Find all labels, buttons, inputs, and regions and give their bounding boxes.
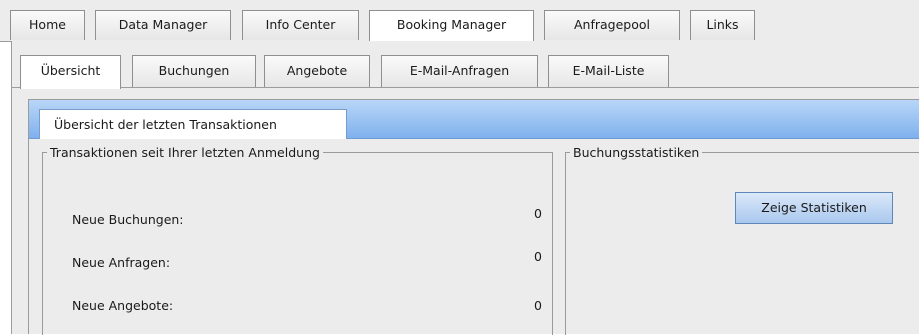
panel-header: Übersicht der letzten Transaktionen [29, 100, 919, 140]
show-statistics-button[interactable]: Zeige Statistiken [735, 192, 893, 224]
transactions-legend: Transaktionen seit Ihrer letzten Anmeldu… [50, 145, 320, 160]
tab-anfragepool[interactable]: Anfragepool [544, 10, 680, 40]
new-bookings-count: 0 [534, 206, 542, 221]
sub-tab-bar: Übersicht Buchungen Angebote E-Mail-Anfr… [12, 41, 919, 89]
list-item: Neue Buchungen: 0 [72, 206, 542, 232]
new-bookings-label: Neue Buchungen: [72, 212, 184, 227]
booking-stats-fieldset: Buchungsstatistiken Zeige Statistiken [565, 145, 919, 335]
tab-data-manager[interactable]: Data Manager [95, 10, 231, 40]
tab-email-anfragen[interactable]: E-Mail-Anfragen [381, 55, 538, 87]
tab-booking-manager[interactable]: Booking Manager [369, 10, 534, 42]
booking-manager-panel: Übersicht Buchungen Angebote E-Mail-Anfr… [11, 41, 919, 335]
new-requests-count: 0 [534, 249, 542, 264]
new-offers-label: Neue Angebote: [72, 298, 174, 313]
panel-content: Transaktionen seit Ihrer letzten Anmeldu… [29, 139, 919, 335]
main-tab-bar: Home Data Manager Info Center Booking Ma… [0, 0, 919, 42]
transactions-overview-panel: Übersicht der letzten Transaktionen Tran… [28, 99, 919, 335]
tab-uebersicht[interactable]: Übersicht [20, 55, 121, 89]
tab-home[interactable]: Home [10, 10, 85, 40]
tab-links[interactable]: Links [690, 10, 755, 40]
new-requests-label: Neue Anfragen: [72, 255, 171, 270]
list-item: Neue Angebote: 0 [72, 298, 542, 318]
tab-angebote[interactable]: Angebote [264, 55, 370, 87]
new-offers-count: 0 [534, 298, 542, 313]
tab-buchungen[interactable]: Buchungen [132, 55, 256, 87]
tab-transactions-overview[interactable]: Übersicht der letzten Transaktionen [39, 109, 347, 140]
transactions-fieldset: Transaktionen seit Ihrer letzten Anmeldu… [42, 145, 553, 335]
tab-email-liste[interactable]: E-Mail-Liste [548, 55, 669, 87]
list-item: Neue Anfragen: 0 [72, 249, 542, 275]
booking-stats-legend: Buchungsstatistiken [573, 145, 700, 160]
tab-info-center[interactable]: Info Center [242, 10, 359, 40]
